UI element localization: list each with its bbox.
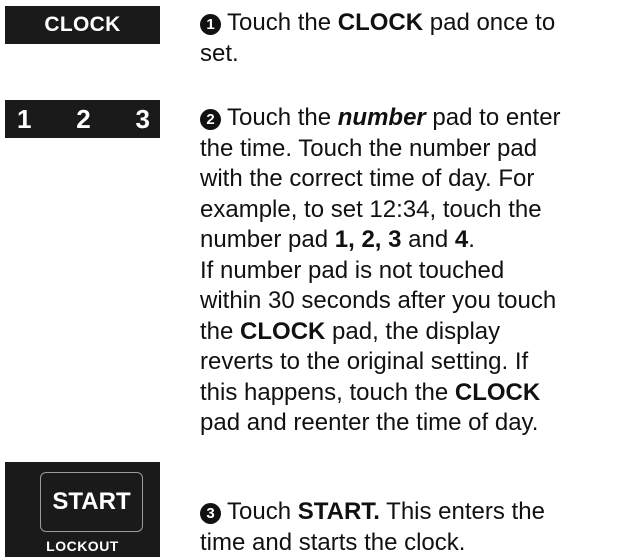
step-2-text: 2 Touch the number pad to enter the time.… <box>200 104 561 436</box>
number-pad-2[interactable]: 2 <box>76 104 90 135</box>
step-2-marker: 2 <box>200 109 221 130</box>
step-3-text: 3 Touch START. This enters the time and s… <box>200 498 545 556</box>
number-pads[interactable]: 1 2 3 <box>5 100 160 138</box>
clock-pad[interactable]: CLOCK <box>5 6 160 44</box>
step-1-marker: 1 <box>200 14 221 35</box>
number-pad-1[interactable]: 1 <box>17 104 31 135</box>
start-lockout-panel: START LOCKOUT <box>5 462 160 557</box>
number-pad-3[interactable]: 3 <box>136 104 150 135</box>
step-1-text: 1 Touch the CLOCK pad once to set. <box>200 9 556 67</box>
step-3-marker: 3 <box>200 503 221 524</box>
start-pad[interactable]: START <box>40 472 143 532</box>
start-pad-label: START <box>52 488 131 515</box>
clock-pad-label: CLOCK <box>44 13 121 36</box>
lockout-label: LOCKOUT <box>46 537 119 554</box>
